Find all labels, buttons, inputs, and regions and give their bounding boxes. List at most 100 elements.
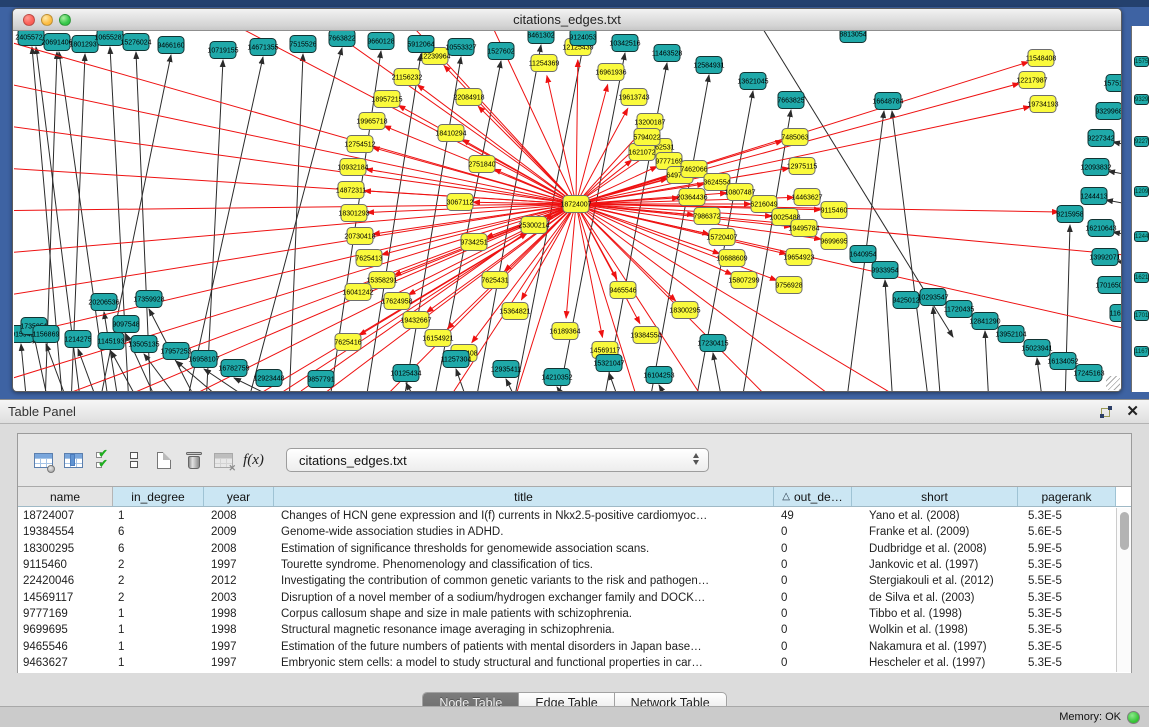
column-header-pagerank[interactable]: pagerank: [1018, 487, 1116, 506]
graph-node-label: 9097548: [112, 322, 139, 329]
graph-node-label: 10553327: [445, 45, 476, 52]
table-toolbar: ✔ ✔ ✕ f(x) citations_edges.txt: [18, 434, 1131, 486]
table-row[interactable]: 1830029562008Estimation of significance …: [18, 541, 1116, 557]
table-row[interactable]: 911546021997Tourette syndrome. Phenomeno…: [18, 557, 1116, 573]
table-row[interactable]: 946554611997Estimation of the future num…: [18, 638, 1116, 654]
network-view-window[interactable]: citations_edges.txt 12239964211562321895…: [12, 8, 1122, 392]
column-header-label: pagerank: [1041, 490, 1091, 504]
table-row[interactable]: 1938455462009Genome-wide association stu…: [18, 524, 1116, 540]
table-panel-titlebar: Table Panel ✕: [0, 399, 1149, 424]
cell-title: Genome-wide association studies in ADHD.: [274, 526, 774, 538]
graph-node[interactable]: 15751: [1134, 56, 1149, 67]
graph-node-label: 17624958: [381, 299, 412, 306]
column-header-year[interactable]: year: [204, 487, 274, 506]
cell-in_degree: 1: [113, 657, 204, 669]
column-header-short[interactable]: short: [852, 487, 1018, 506]
cell-title: Tourette syndrome. Phenomenology and cla…: [274, 559, 774, 571]
graph-node-label: 9777169: [655, 159, 682, 166]
select-column-button[interactable]: [60, 447, 87, 474]
cell-pagerank: 5.6E-5: [1018, 526, 1116, 538]
graph-node-label: 5794022: [633, 135, 660, 142]
graph-node-label: 13621045: [737, 79, 768, 86]
graph-node-label: 19734193: [1027, 102, 1058, 109]
new-column-button[interactable]: [150, 447, 177, 474]
function-builder-button[interactable]: f(x): [240, 447, 267, 474]
table-row[interactable]: 2242004622012Investigating the contribut…: [18, 573, 1116, 589]
network-canvas[interactable]: 1223996421156232189572151996571812754512…: [14, 31, 1122, 392]
float-panel-icon[interactable]: [1100, 406, 1112, 418]
window-zoom-button[interactable]: [59, 14, 71, 26]
document-icon: [157, 452, 171, 469]
clear-selection-button[interactable]: [120, 447, 147, 474]
graph-node-label: 9660128: [367, 39, 394, 46]
table-row[interactable]: 1872400712008Changes of HCN gene express…: [18, 508, 1116, 524]
graph-node[interactable]: 12444: [1134, 231, 1149, 242]
window-resize-grip[interactable]: [1106, 376, 1120, 390]
graph-node-label: 15751874: [1103, 81, 1122, 88]
graph-node-label: 19613743: [618, 95, 649, 102]
node-table: namein_degreeyear title △out_de…short pager…: [18, 486, 1131, 673]
close-panel-icon[interactable]: ✕: [1126, 406, 1139, 418]
graph-node[interactable]: 17016: [1134, 310, 1149, 321]
graph-node-label: 20364436: [676, 195, 707, 202]
graph-node-label: 16104253: [643, 373, 674, 380]
graph-node[interactable]: 93299: [1134, 94, 1149, 105]
cell-short: Nakamura et al. (1997): [852, 641, 1018, 653]
graph-node[interactable]: 12093: [1134, 186, 1149, 197]
graph-node[interactable]: 11675: [1134, 346, 1149, 357]
dropdown-stepper-icon: [693, 453, 699, 465]
black-edge: [713, 353, 723, 392]
graph-node-label: 12239964: [419, 54, 450, 61]
table-selector-value: citations_edges.txt: [299, 453, 407, 468]
graph-node-label: 21156232: [392, 75, 423, 82]
table-panel-title: Table Panel: [8, 404, 76, 419]
cell-name: 14569117: [18, 592, 113, 604]
graph-node-label: 11548408: [1026, 56, 1057, 63]
table-panel-body: ✔ ✔ ✕ f(x) citations_edges.txt namein_de…: [0, 424, 1149, 706]
graph-node-label: 2751840: [468, 162, 495, 169]
graph-node-label: 19495784: [788, 226, 819, 233]
background-window-partial: 15751 93299 92273 12093 12444 16210 17016 11675: [1131, 26, 1149, 392]
column-header-title[interactable]: title: [274, 487, 774, 506]
graph-node-label: 12841290: [969, 319, 1000, 326]
table-row[interactable]: 977716911998Corpus callosum shape and si…: [18, 606, 1116, 622]
table-row[interactable]: 969969511998Structural magnetic resonanc…: [18, 622, 1116, 638]
graph-node-label: 12975115: [787, 164, 818, 171]
column-header-out_degree[interactable]: △out_de…: [774, 487, 852, 506]
delete-column-button[interactable]: [180, 447, 207, 474]
graph-node[interactable]: 92273: [1134, 136, 1149, 147]
window-close-button[interactable]: [23, 14, 35, 26]
cell-name: 18724007: [18, 510, 113, 522]
column-header-in_degree[interactable]: in_degree: [113, 487, 204, 506]
column-header-name[interactable]: name: [18, 487, 113, 506]
scrollbar-thumb[interactable]: [1120, 512, 1129, 550]
graph-node-label: 1156869: [33, 332, 60, 339]
cell-short: Hescheler et al. (1997): [852, 657, 1018, 669]
graph-node-label: 19384554: [630, 333, 661, 340]
cell-pagerank: 5.3E-5: [1018, 592, 1116, 604]
cell-year: 2008: [204, 510, 274, 522]
cell-name: 22420046: [18, 575, 113, 587]
gear-icon: [47, 465, 55, 473]
table-selector-dropdown[interactable]: citations_edges.txt: [286, 448, 709, 472]
cell-name: 9463627: [18, 657, 113, 669]
table-scrollbar[interactable]: [1116, 508, 1131, 672]
cell-short: Tibbo et al. (1998): [852, 608, 1018, 620]
cell-out_degree: 0: [774, 624, 852, 636]
cell-out_degree: 0: [774, 559, 852, 571]
cell-short: de Silva et al. (2003): [852, 592, 1018, 604]
graph-node-label: 3624554: [703, 180, 730, 187]
graph-node-label: 1244413: [1080, 194, 1107, 201]
black-edge: [557, 387, 569, 392]
graph-node-label: 7625416: [334, 340, 361, 347]
table-row[interactable]: 1456911722003Disruption of a novel membe…: [18, 589, 1116, 605]
column-header-label: title: [514, 490, 533, 504]
graph-node[interactable]: 16210: [1134, 272, 1149, 283]
memory-status-label: Memory: OK: [1059, 711, 1121, 723]
table-settings-button[interactable]: [30, 447, 57, 474]
window-minimize-button[interactable]: [41, 14, 53, 26]
table-row[interactable]: 946362711997Embryonic stem cells: a mode…: [18, 655, 1116, 671]
network-window-titlebar[interactable]: citations_edges.txt: [13, 9, 1121, 31]
select-all-button[interactable]: ✔ ✔: [90, 447, 117, 474]
cell-out_degree: 0: [774, 543, 852, 555]
